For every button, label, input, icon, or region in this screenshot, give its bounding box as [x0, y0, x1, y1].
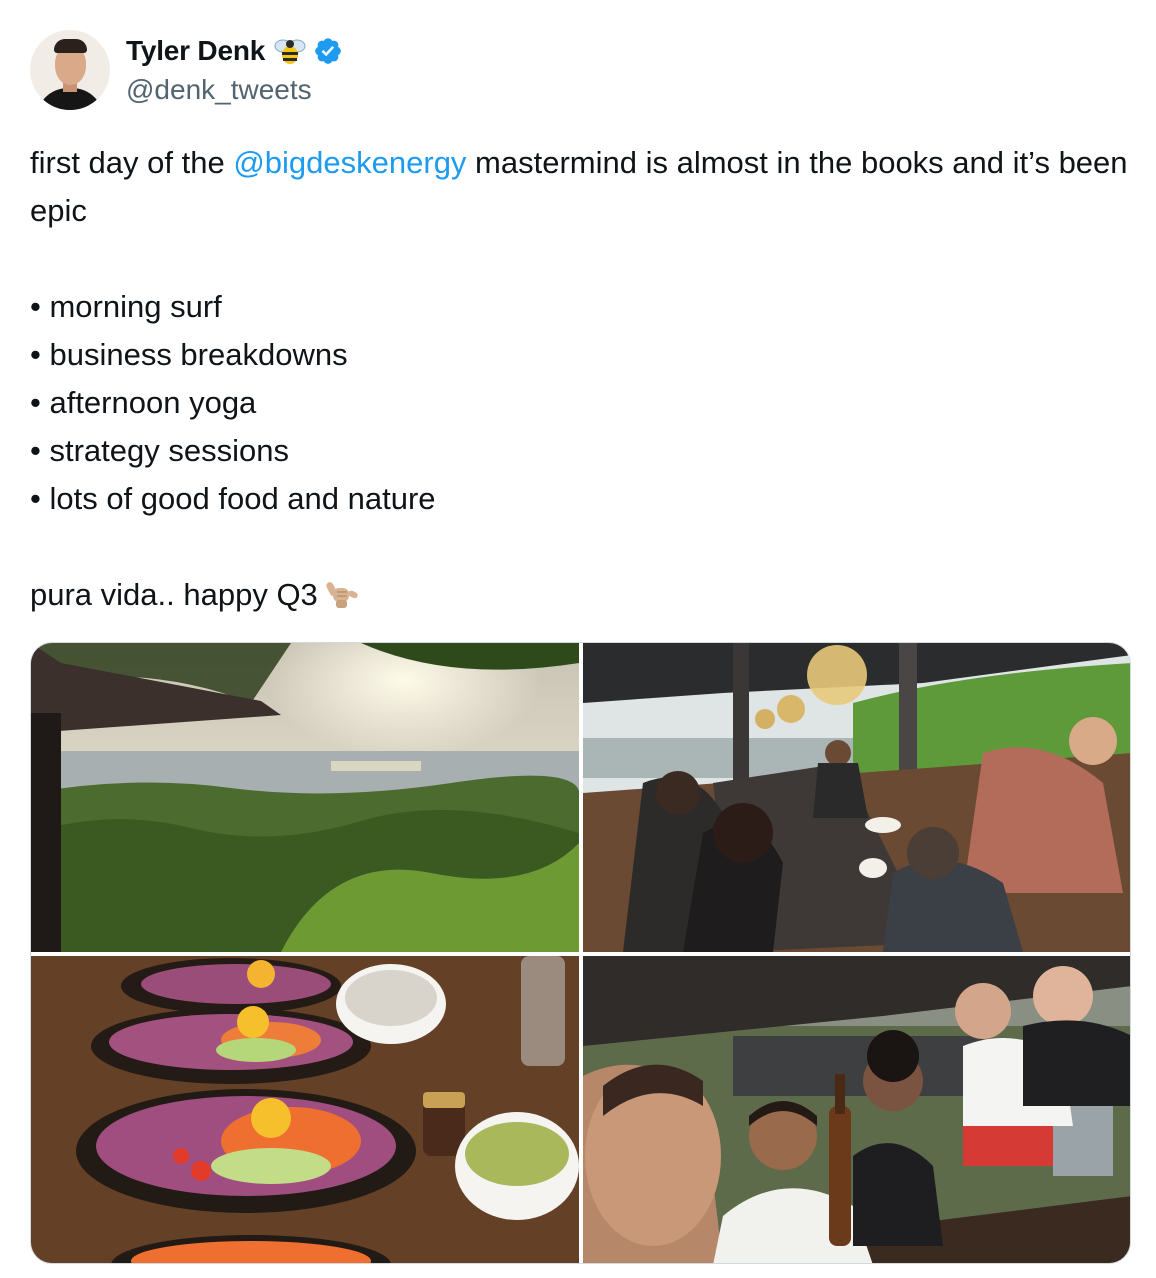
photo-deck-dinner-table[interactable]	[583, 643, 1130, 952]
author-names: Tyler Denk @denk_tweets	[126, 34, 343, 106]
author-name-row: Tyler Denk	[126, 34, 343, 68]
verified-badge-icon[interactable]	[313, 36, 343, 66]
author-avatar[interactable]	[30, 30, 110, 110]
media-grid	[30, 642, 1131, 1264]
bullet-item: • lots of good food and nature	[30, 481, 436, 516]
call-me-hand-icon	[324, 575, 360, 611]
bullet-item: • strategy sessions	[30, 433, 289, 468]
photo-group-selfie-bar[interactable]	[583, 956, 1130, 1263]
intro-before: first day of the	[30, 145, 234, 180]
closing-text: pura vida.. happy Q3	[30, 577, 318, 612]
bullet-item: • business breakdowns	[30, 337, 348, 372]
author-display-name[interactable]: Tyler Denk	[126, 35, 265, 67]
bee-icon	[273, 36, 307, 66]
tweet-intro: first day of the @bigdeskenergy mastermi…	[30, 139, 1135, 235]
tweet-header: Tyler Denk @denk_tweets	[30, 30, 343, 110]
tweet-card: Tyler Denk @denk_tweets first day of the…	[0, 0, 1156, 1278]
photo-salad-bowls[interactable]	[31, 956, 579, 1263]
tweet-text: first day of the @bigdeskenergy mastermi…	[30, 139, 1135, 619]
author-handle[interactable]: @denk_tweets	[126, 74, 343, 106]
photo-jungle-sunset-view[interactable]	[31, 643, 579, 952]
tweet-closing: pura vida.. happy Q3	[30, 571, 1135, 619]
bullet-item: • morning surf	[30, 289, 222, 324]
mention-link[interactable]: @bigdeskenergy	[233, 145, 466, 180]
bullet-item: • afternoon yoga	[30, 385, 257, 420]
